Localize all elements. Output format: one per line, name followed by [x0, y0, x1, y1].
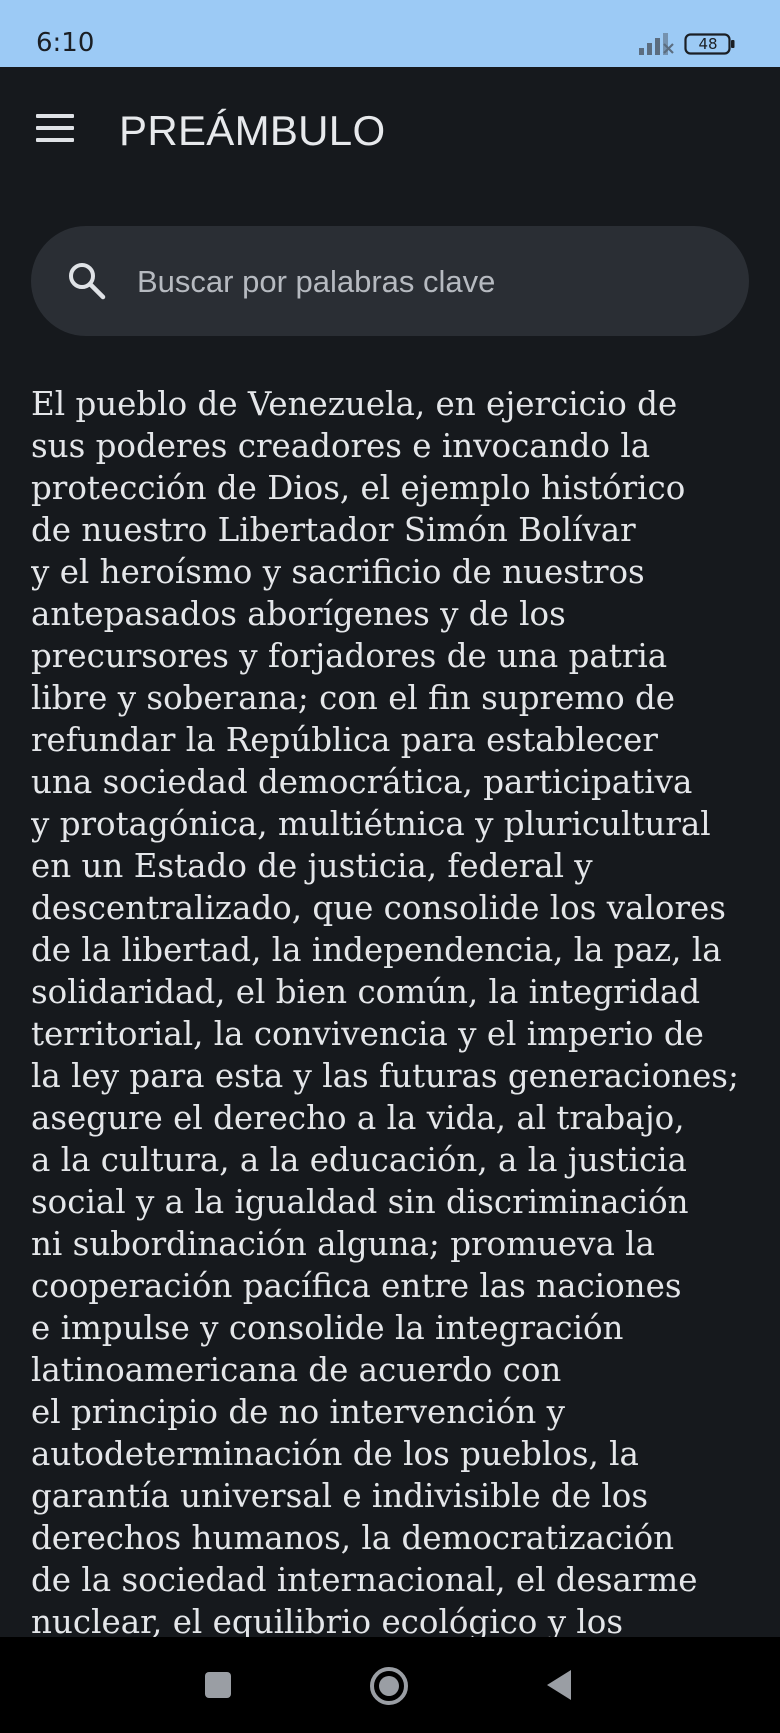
preamble-line: y el heroísmo y sacrificio de nuestros — [31, 553, 645, 591]
preamble-line: y protagónica, multiétnica y pluricultur… — [31, 805, 711, 843]
preamble-line: en un Estado de justicia, federal y — [31, 847, 593, 885]
preamble-line: El pueblo de Venezuela, en ejercicio de — [31, 385, 678, 423]
status-time: 6:10 — [36, 28, 95, 58]
hamburger-menu-icon[interactable] — [30, 103, 80, 153]
preamble-line: descentralizado, que consolide los valor… — [31, 889, 726, 927]
preamble-line: cooperación pacífica entre las naciones — [31, 1267, 682, 1305]
preamble-line: protección de Dios, el ejemplo histórico — [31, 469, 686, 507]
preamble-line: territorial, la convivencia y el imperio… — [31, 1015, 704, 1053]
back-triangle-icon[interactable] — [543, 1668, 575, 1702]
preamble-line: la ley para esta y las futuras generacio… — [31, 1057, 739, 1095]
search-icon — [69, 263, 106, 300]
preamble-line: a la cultura, a la educación, a la justi… — [31, 1141, 687, 1179]
signal-icon — [639, 33, 674, 55]
preamble-line: de la libertad, la independencia, la paz… — [31, 931, 722, 969]
preamble-line: solidaridad, el bien común, la integrida… — [31, 973, 700, 1011]
app-screen: 6:10 48 PREÁMBULO El pueblo de Ven — [0, 0, 780, 1733]
preamble-line: precursores y forjadores de una patria — [31, 637, 668, 675]
preamble-line: sus poderes creadores e invocando la — [31, 427, 651, 465]
preamble-line: garantía universal e indivisible de los — [31, 1477, 649, 1515]
system-nav-bar — [0, 1637, 780, 1733]
preamble-line: autodeterminación de los pueblos, la — [31, 1435, 639, 1473]
search-input[interactable] — [135, 254, 719, 310]
preamble-line: refundar la República para establecer — [31, 721, 658, 759]
preamble-line: nuclear, el equilibrio ecológico y los — [31, 1603, 624, 1637]
battery-level: 48 — [698, 35, 718, 53]
preamble-text: El pueblo de Venezuela, en ejercicio de s… — [31, 383, 761, 1637]
preamble-line: antepasados aborígenes y de los — [31, 595, 566, 633]
home-circle-icon[interactable] — [368, 1665, 410, 1707]
preamble-line: derechos humanos, la democratización — [31, 1519, 675, 1557]
preamble-line: una sociedad democrática, participativa — [31, 763, 693, 801]
preamble-line: el principio de no intervención y — [31, 1393, 565, 1431]
preamble-line: libre y soberana; con el fin supremo de — [31, 679, 676, 717]
page-title: PREÁMBULO — [119, 107, 386, 154]
preamble-line: de nuestro Libertador Simón Bolívar — [31, 511, 636, 549]
preamble-line: e impulse y consolide la integración — [31, 1309, 624, 1347]
app-bar: PREÁMBULO — [0, 67, 780, 199]
search-bar[interactable] — [31, 226, 749, 336]
preamble-line: ni subordinación alguna; promueva la — [31, 1225, 655, 1263]
preamble-line: asegure el derecho a la vida, al trabajo… — [31, 1099, 685, 1137]
preamble-line: de la sociedad internacional, el desarme — [31, 1561, 698, 1599]
status-bar: 6:10 48 — [0, 0, 780, 67]
recents-square-icon[interactable] — [203, 1670, 233, 1700]
preamble-line: latinoamericana de acuerdo con — [31, 1351, 562, 1389]
preamble-line: social y a la igualdad sin discriminació… — [31, 1183, 689, 1221]
